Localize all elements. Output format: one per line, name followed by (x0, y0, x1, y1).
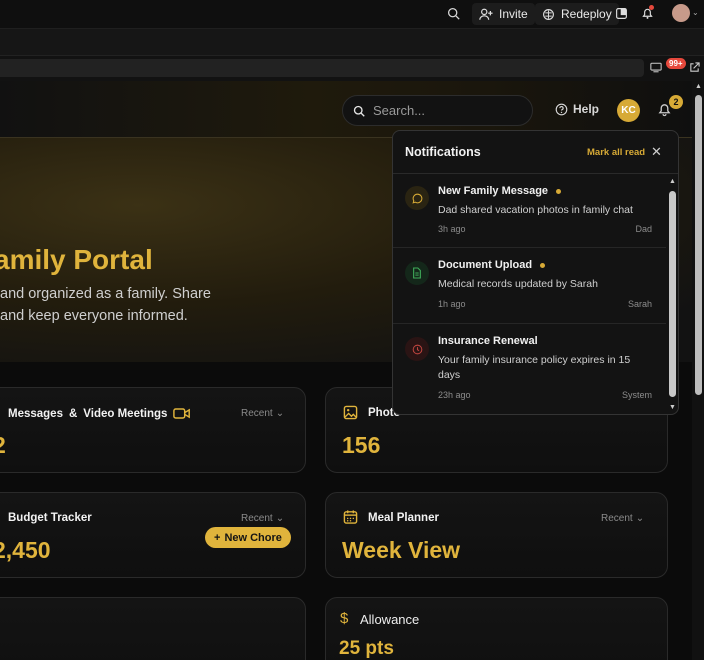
image-icon (343, 405, 358, 425)
budget-value: 2,450 (0, 537, 51, 563)
chevron-down-icon: ⌄ (635, 513, 645, 524)
budget-recent-label: Recent (241, 513, 273, 524)
user-avatar[interactable] (672, 4, 690, 22)
chevron-down-icon[interactable]: ⌄ (692, 8, 699, 17)
notification-body: Medical records updated by Sarah (438, 278, 598, 290)
unread-dot (540, 262, 546, 268)
hero-subtitle-line1: and organized as a family. Share (0, 286, 211, 302)
calendar-icon (343, 509, 358, 530)
ide-topbar: Invite Redeploy ⌄ (0, 0, 704, 28)
search-input[interactable]: Search... (342, 95, 533, 126)
notification-source: Dad (635, 224, 652, 234)
scroll-up-arrow-icon[interactable]: ▲ (669, 178, 676, 185)
unread-dot (649, 5, 654, 10)
notification-item[interactable]: New Family Message Dad shared vacation p… (393, 174, 666, 248)
meal-recent-dropdown[interactable]: Recent ⌄ (601, 513, 644, 524)
new-chore-label: New Chore (224, 531, 282, 544)
external-link-icon[interactable] (689, 62, 700, 73)
allowance-value: 25 pts (339, 638, 394, 659)
close-icon[interactable]: ✕ (651, 144, 662, 160)
devtools-icon[interactable] (650, 62, 662, 73)
notification-title: Document Upload (438, 259, 546, 271)
url-field[interactable] (0, 59, 644, 77)
chores-card (0, 597, 306, 660)
unread-dot (556, 188, 562, 194)
meal-recent-label: Recent (601, 513, 633, 524)
avatar[interactable]: KC (617, 99, 640, 122)
messages-card[interactable]: Messages & Video Meetings Recent ⌄ 2 (0, 387, 306, 473)
notification-item[interactable]: Document Upload Medical records updated … (393, 248, 666, 324)
plus-icon: + (214, 531, 221, 544)
notification-time: 23h ago (438, 390, 471, 400)
notification-title: Insurance Renewal (438, 335, 538, 347)
redeploy-icon (543, 8, 554, 20)
redeploy-label: Redeploy (561, 7, 612, 21)
notification-item[interactable]: Insurance Renewal Your family insurance … (393, 324, 666, 414)
notification-body: Your family insurance policy expires in … (438, 354, 631, 381)
notification-title-text: Document Upload (438, 259, 533, 271)
help-button[interactable]: Help (555, 102, 599, 116)
meal-planner-card[interactable]: Meal Planner Recent ⌄ Week View (325, 492, 668, 578)
new-chore-button[interactable]: + New Chore (205, 527, 291, 548)
notification-time: 3h ago (438, 224, 466, 234)
notification-body: Dad shared vacation photos in family cha… (438, 204, 633, 216)
help-label: Help (573, 102, 600, 116)
search-placeholder: Search... (373, 103, 426, 118)
devtools-badge: 99+ (666, 58, 686, 69)
messages-title-a: Messages (8, 407, 63, 420)
invite-button[interactable]: Invite (472, 3, 535, 25)
notification-title-text: Insurance Renewal (438, 335, 538, 347)
search-icon[interactable] (447, 7, 460, 20)
photos-value: 156 (342, 432, 381, 458)
messages-recent-dropdown[interactable]: Recent ⌄ (241, 408, 284, 419)
video-camera-icon (173, 408, 191, 419)
messages-card-title: Messages & Video Meetings (8, 407, 191, 420)
document-icon (405, 261, 429, 285)
messages-recent-label: Recent (241, 408, 273, 419)
notifications-scroll-thumb[interactable] (669, 191, 676, 397)
budget-recent-dropdown[interactable]: Recent ⌄ (241, 513, 284, 524)
dollar-icon: $ (340, 610, 349, 627)
window-icon[interactable] (615, 7, 628, 20)
notifications-title: Notifications (405, 145, 481, 159)
hero-subtitle-line2: and keep everyone informed. (0, 308, 188, 324)
scroll-down-arrow-icon[interactable]: ▼ (669, 404, 676, 411)
add-user-icon (479, 8, 493, 20)
notifications-panel: Notifications Mark all read ✕ New Family… (392, 130, 679, 415)
budget-card-title: Budget Tracker (8, 512, 92, 524)
scroll-up-arrow-icon[interactable]: ▲ (695, 83, 702, 90)
messages-title-amp: & (68, 407, 78, 420)
notification-source: Sarah (627, 299, 652, 309)
chevron-down-icon: ⌄ (275, 513, 285, 524)
notification-time: 1h ago (438, 299, 466, 309)
notification-source: System (621, 390, 652, 400)
help-icon (555, 103, 568, 115)
search-icon (353, 105, 365, 117)
allowance-card[interactable]: $ Allowance 25 pts (325, 597, 668, 660)
meal-card-title: Meal Planner (368, 512, 439, 524)
mark-all-read-button[interactable]: Mark all read (587, 147, 645, 158)
chat-bubble-icon (405, 186, 429, 210)
chevron-down-icon: ⌄ (275, 408, 285, 419)
invite-label: Invite (499, 7, 528, 21)
messages-title-b: Video Meetings (83, 407, 168, 420)
clock-icon (405, 337, 429, 361)
allowance-title: Allowance (360, 612, 420, 627)
redeploy-button[interactable]: Redeploy (535, 3, 619, 25)
notification-title: New Family Message (438, 185, 562, 197)
tab-strip (0, 28, 704, 55)
messages-value: 2 (0, 432, 6, 459)
notification-count-badge: 2 (669, 95, 683, 109)
hero-title: amily Portal (0, 244, 153, 275)
meal-value: Week View (342, 537, 461, 563)
notifications-header: Notifications Mark all read ✕ (393, 131, 678, 174)
notification-title-text: New Family Message (438, 185, 549, 197)
page-scroll-thumb[interactable] (695, 95, 702, 395)
